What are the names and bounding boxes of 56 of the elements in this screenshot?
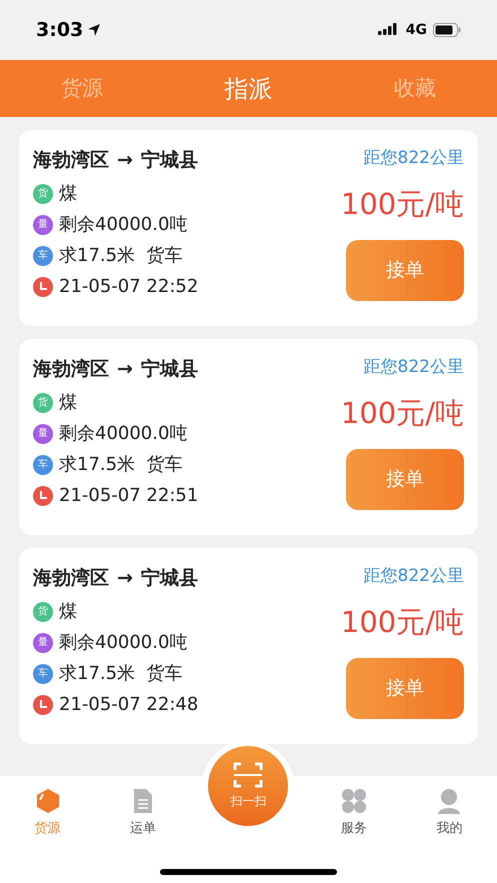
clover-icon (340, 788, 367, 814)
category-badge: 量 (33, 632, 53, 652)
document-icon (132, 788, 154, 814)
category-badge: 车 (33, 246, 53, 266)
order-detail: 求17.5米 货车 (59, 453, 183, 477)
route-origin: 海勃湾区 (33, 148, 109, 173)
box-icon (34, 788, 61, 814)
scan-icon (233, 762, 264, 788)
route-origin: 海勃湾区 (33, 566, 109, 591)
battery-icon (433, 23, 461, 37)
nav-tab[interactable]: 运单 (113, 788, 174, 838)
location-arrow-icon (87, 23, 102, 37)
order-detail: 求17.5米 货车 (59, 244, 183, 268)
route-destination: 宁城县 (140, 356, 198, 382)
order-detail: 煤 (59, 182, 77, 206)
tab[interactable]: 货源 (52, 72, 111, 104)
order-detail: 求17.5米 货车 (59, 662, 183, 686)
order-detail: 21-05-07 22:52 (59, 275, 198, 299)
route-arrow: → (117, 148, 133, 173)
order-detail: 煤 (59, 391, 77, 415)
accept-order-button[interactable]: 接单 (346, 240, 464, 301)
price-label: 100元/吨 (340, 604, 464, 640)
category-badge: 量 (33, 214, 53, 234)
nav-tab[interactable]: 货源 (18, 788, 78, 838)
route-destination: 宁城县 (140, 566, 198, 591)
network-label: 4G (406, 20, 427, 40)
scan-button[interactable]: 扫一扫 (208, 746, 288, 826)
nav-tab[interactable]: 我的 (419, 788, 480, 838)
accept-order-button[interactable]: 接单 (346, 449, 464, 510)
route-arrow: → (117, 566, 133, 591)
tab[interactable]: 收藏 (386, 72, 444, 104)
status-time: 3:03 (36, 18, 84, 43)
category-badge: 量 (33, 424, 53, 444)
category-badge: 车 (33, 454, 53, 474)
distance-label: 距您822公里 (364, 356, 464, 379)
route-arrow: → (117, 356, 133, 382)
price-label: 100元/吨 (340, 186, 464, 222)
order-detail: 剩余40000.0吨 (59, 213, 188, 237)
route-origin: 海勃湾区 (33, 356, 109, 382)
category-badge: 货 (33, 392, 53, 412)
category-badge: 货 (33, 602, 53, 622)
category-badge: 车 (33, 664, 53, 684)
accept-order-button[interactable]: 接单 (346, 658, 464, 719)
nav-tab[interactable]: 服务 (324, 788, 384, 838)
order-detail: 21-05-07 22:51 (59, 484, 198, 508)
order-detail: 煤 (59, 600, 77, 624)
category-badge: 货 (33, 184, 53, 204)
route-destination: 宁城县 (140, 148, 198, 173)
distance-label: 距您822公里 (364, 147, 464, 170)
order-detail: 21-05-07 22:48 (59, 693, 198, 717)
tab[interactable]: 指派 (216, 70, 280, 106)
order-detail: 剩余40000.0吨 (59, 422, 188, 446)
person-icon (436, 788, 462, 814)
price-label: 100元/吨 (340, 395, 464, 431)
order-detail: 剩余40000.0吨 (59, 631, 188, 655)
distance-label: 距您822公里 (364, 565, 464, 588)
